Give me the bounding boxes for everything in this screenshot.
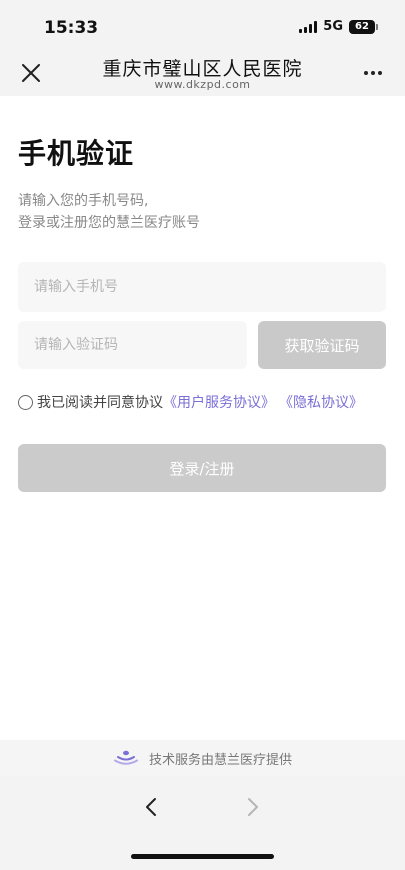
huilan-logo-icon [113, 750, 138, 765]
agree-radio[interactable] [18, 394, 33, 410]
battery-level: 62 [355, 21, 369, 32]
verification-code-input[interactable] [18, 321, 247, 369]
more-icon [364, 71, 368, 75]
battery-icon: 62 [349, 19, 378, 34]
more-button[interactable] [359, 62, 387, 84]
status-time: 15:33 [44, 18, 99, 38]
get-code-button[interactable]: 获取验证码 [258, 321, 386, 369]
signal-icon [299, 20, 318, 33]
forward-button[interactable] [238, 792, 268, 822]
nav-bar: 重庆市璧山区人民医院 www.dkzpd.com [0, 46, 405, 96]
login-register-button[interactable]: 登录/注册 [18, 444, 386, 492]
status-indicators: 5G 62 [299, 19, 378, 34]
footer: 技术服务由慧兰医疗提供 [0, 740, 405, 776]
nav-title: 重庆市璧山区人民医院 [102, 58, 303, 80]
back-button[interactable] [136, 792, 166, 822]
phone-input[interactable] [18, 262, 386, 312]
nav-url: www.dkzpd.com [154, 78, 251, 91]
agreement-text: 我已阅读并同意协议 [37, 395, 163, 411]
browser-toolbar [0, 776, 405, 870]
home-indicator[interactable] [131, 854, 274, 859]
provider-text: 技术服务由慧兰医疗提供 [148, 752, 292, 768]
chevron-right-icon [248, 798, 258, 816]
page-title: 手机验证 [18, 137, 135, 170]
agreement-row: 我已阅读并同意协议 《用户服务协议》 《隐私协议》 [18, 392, 363, 412]
privacy-agreement-link[interactable]: 《隐私协议》 [279, 392, 363, 412]
description-line-1: 请输入您的手机号码, [18, 193, 149, 209]
network-label: 5G [323, 19, 343, 34]
user-agreement-link[interactable]: 《用户服务协议》 [163, 392, 275, 412]
status-bar: 15:33 5G 62 [0, 0, 405, 46]
description-line-2: 登录或注册您的慧兰医疗账号 [18, 215, 200, 231]
chevron-left-icon [146, 798, 156, 816]
